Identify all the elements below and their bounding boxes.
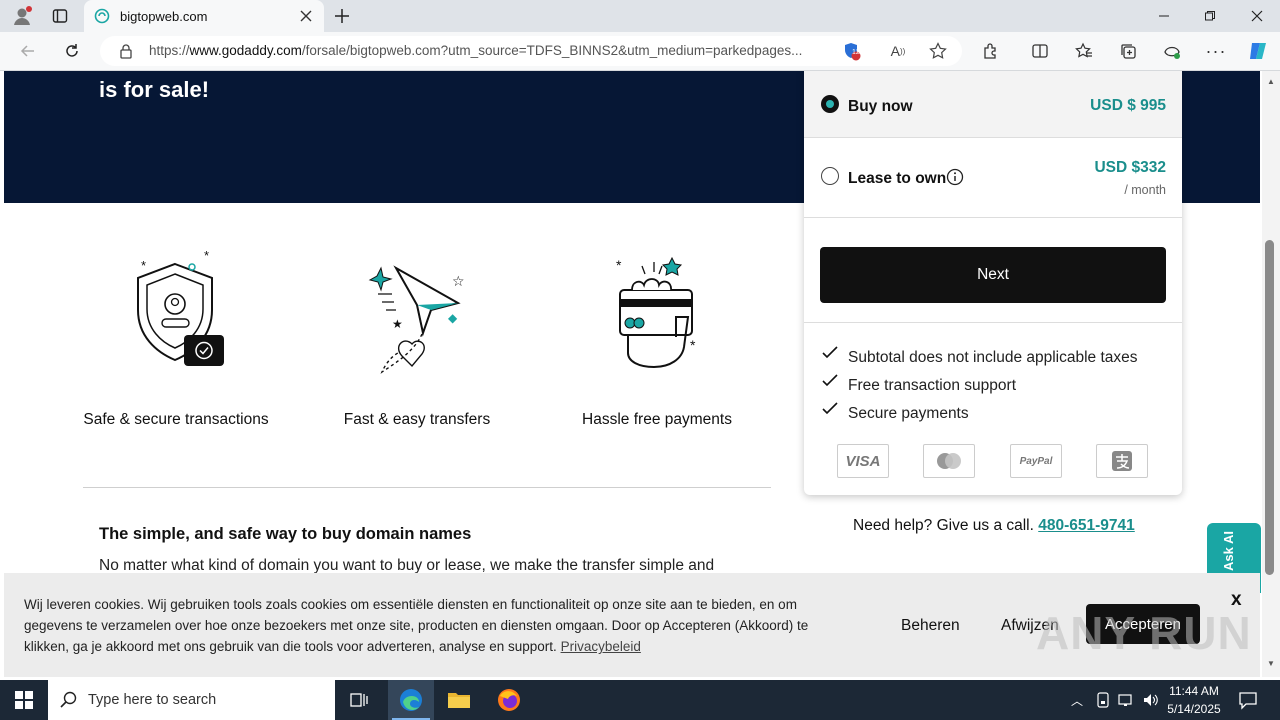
file-explorer-icon[interactable]: [447, 688, 471, 717]
help-line: Need help? Give us a call. 480-651-9741: [853, 517, 1135, 534]
lease-radio[interactable]: [821, 167, 839, 185]
collections-icon[interactable]: [1118, 41, 1138, 61]
network-icon[interactable]: [1118, 692, 1136, 713]
svg-text:◆: ◆: [448, 311, 458, 325]
extensions-icon[interactable]: [981, 41, 1001, 61]
more-menu-icon[interactable]: ···: [1206, 41, 1226, 61]
minimize-icon[interactable]: [1156, 8, 1172, 24]
close-window-icon[interactable]: [1249, 8, 1265, 24]
task-view-icon[interactable]: [344, 688, 374, 712]
site-favicon-icon: [94, 8, 110, 29]
card-hand-illustration-icon: * *: [602, 246, 712, 381]
mastercard-logo-icon: [923, 444, 975, 478]
paper-plane-illustration-icon: ☆ ★ ◆: [362, 246, 472, 381]
svg-text:*: *: [690, 337, 696, 353]
svg-text:☆: ☆: [452, 273, 465, 289]
favorites-icon[interactable]: [1074, 41, 1094, 61]
tray-chevron-icon[interactable]: ︿: [1071, 692, 1083, 709]
manage-button[interactable]: Beheren: [901, 617, 960, 635]
search-icon: [60, 691, 78, 714]
restore-icon[interactable]: [1202, 8, 1218, 24]
svg-text:★: ★: [392, 317, 403, 331]
purchase-card: Buy now USD $ 995 Lease to own USD $332 …: [804, 71, 1182, 495]
split-screen-icon[interactable]: [1030, 41, 1050, 61]
copilot-icon[interactable]: [1246, 40, 1270, 62]
browser-essentials-icon[interactable]: [1162, 41, 1182, 61]
firefox-icon[interactable]: [497, 688, 521, 717]
lock-icon[interactable]: [117, 42, 135, 60]
notifications-icon[interactable]: [1238, 690, 1258, 715]
anyrun-watermark: ANY RUN: [1036, 607, 1252, 659]
section-title: The simple, and safe way to buy domain n…: [99, 525, 472, 543]
new-tab-icon[interactable]: [332, 6, 352, 26]
read-aloud-icon[interactable]: A)): [888, 41, 908, 61]
close-tab-icon[interactable]: [298, 8, 314, 24]
card-divider: [804, 322, 1182, 323]
url-text[interactable]: https://www.godaddy.com/forsale/bigtopwe…: [149, 43, 829, 58]
scroll-up-icon[interactable]: ▲: [1267, 77, 1275, 86]
tab-actions-icon[interactable]: [50, 6, 70, 26]
lease-option[interactable]: Lease to own USD $332 / month: [804, 138, 1182, 217]
favorite-star-icon[interactable]: [928, 41, 948, 61]
svg-text:*: *: [616, 257, 622, 273]
volume-icon[interactable]: [1142, 692, 1160, 713]
clock-date[interactable]: 5/14/2025: [1162, 702, 1226, 716]
hero-title: is for sale!: [99, 77, 210, 102]
scrollbar-thumb[interactable]: [1265, 240, 1274, 575]
privacy-link[interactable]: Privacybeleid: [561, 639, 641, 654]
buy-now-option[interactable]: Buy now USD $ 995: [804, 71, 1182, 138]
extension-badge: 12: [852, 49, 860, 56]
feature-payments-label: Hassle free payments: [582, 411, 732, 428]
check-secure: Secure payments: [848, 405, 969, 422]
alipay-logo-icon: [1096, 444, 1148, 478]
tab-title: bigtopweb.com: [120, 9, 208, 24]
lease-period: / month: [1124, 183, 1166, 197]
refresh-icon[interactable]: [62, 42, 82, 60]
feature-transfers-label: Fast & easy transfers: [343, 411, 491, 428]
tray-device-icon[interactable]: [1095, 691, 1111, 714]
phone-link[interactable]: 480-651-9741: [1038, 517, 1135, 534]
card-divider: [804, 217, 1182, 218]
profile-icon[interactable]: [10, 4, 34, 28]
search-placeholder: Type here to search: [88, 692, 217, 708]
back-icon[interactable]: [18, 42, 38, 60]
feature-secure-label: Safe & secure transactions: [83, 411, 269, 428]
edge-taskbar-item[interactable]: [388, 680, 434, 720]
check-taxes: Subtotal does not include applicable tax…: [848, 349, 1138, 366]
svg-text:*: *: [141, 258, 146, 273]
check-icon: [822, 374, 838, 393]
section-divider: [83, 487, 771, 488]
next-button[interactable]: Next: [820, 247, 1166, 303]
buy-now-price: USD $ 995: [1090, 97, 1166, 114]
check-icon: [822, 402, 838, 421]
info-icon[interactable]: [946, 168, 964, 186]
buy-now-radio[interactable]: [821, 95, 839, 113]
svg-text:*: *: [204, 248, 209, 263]
buy-now-label: Buy now: [848, 98, 913, 115]
taskbar-search[interactable]: Type here to search: [48, 680, 335, 720]
lease-label: Lease to own: [848, 170, 947, 187]
paypal-logo: PayPal: [1010, 444, 1062, 478]
ask-ai-label: Ask AI: [1221, 531, 1236, 571]
extension-shield-icon[interactable]: 12: [840, 40, 862, 62]
check-support: Free transaction support: [848, 377, 1017, 394]
browser-tab[interactable]: bigtopweb.com: [84, 0, 324, 32]
cookie-text: Wij leveren cookies. Wij gebruiken tools…: [24, 597, 809, 654]
shield-illustration-icon: * *: [120, 246, 230, 381]
tab-strip: bigtopweb.com: [0, 0, 1280, 32]
edge-icon: [399, 688, 423, 717]
check-icon: [822, 346, 838, 365]
lease-price: USD $332: [1094, 159, 1166, 176]
clock-time[interactable]: 11:44 AM: [1162, 684, 1226, 698]
scroll-down-icon[interactable]: ▼: [1267, 659, 1275, 668]
visa-logo: VISA: [837, 444, 889, 478]
start-windows-icon[interactable]: [0, 680, 48, 720]
